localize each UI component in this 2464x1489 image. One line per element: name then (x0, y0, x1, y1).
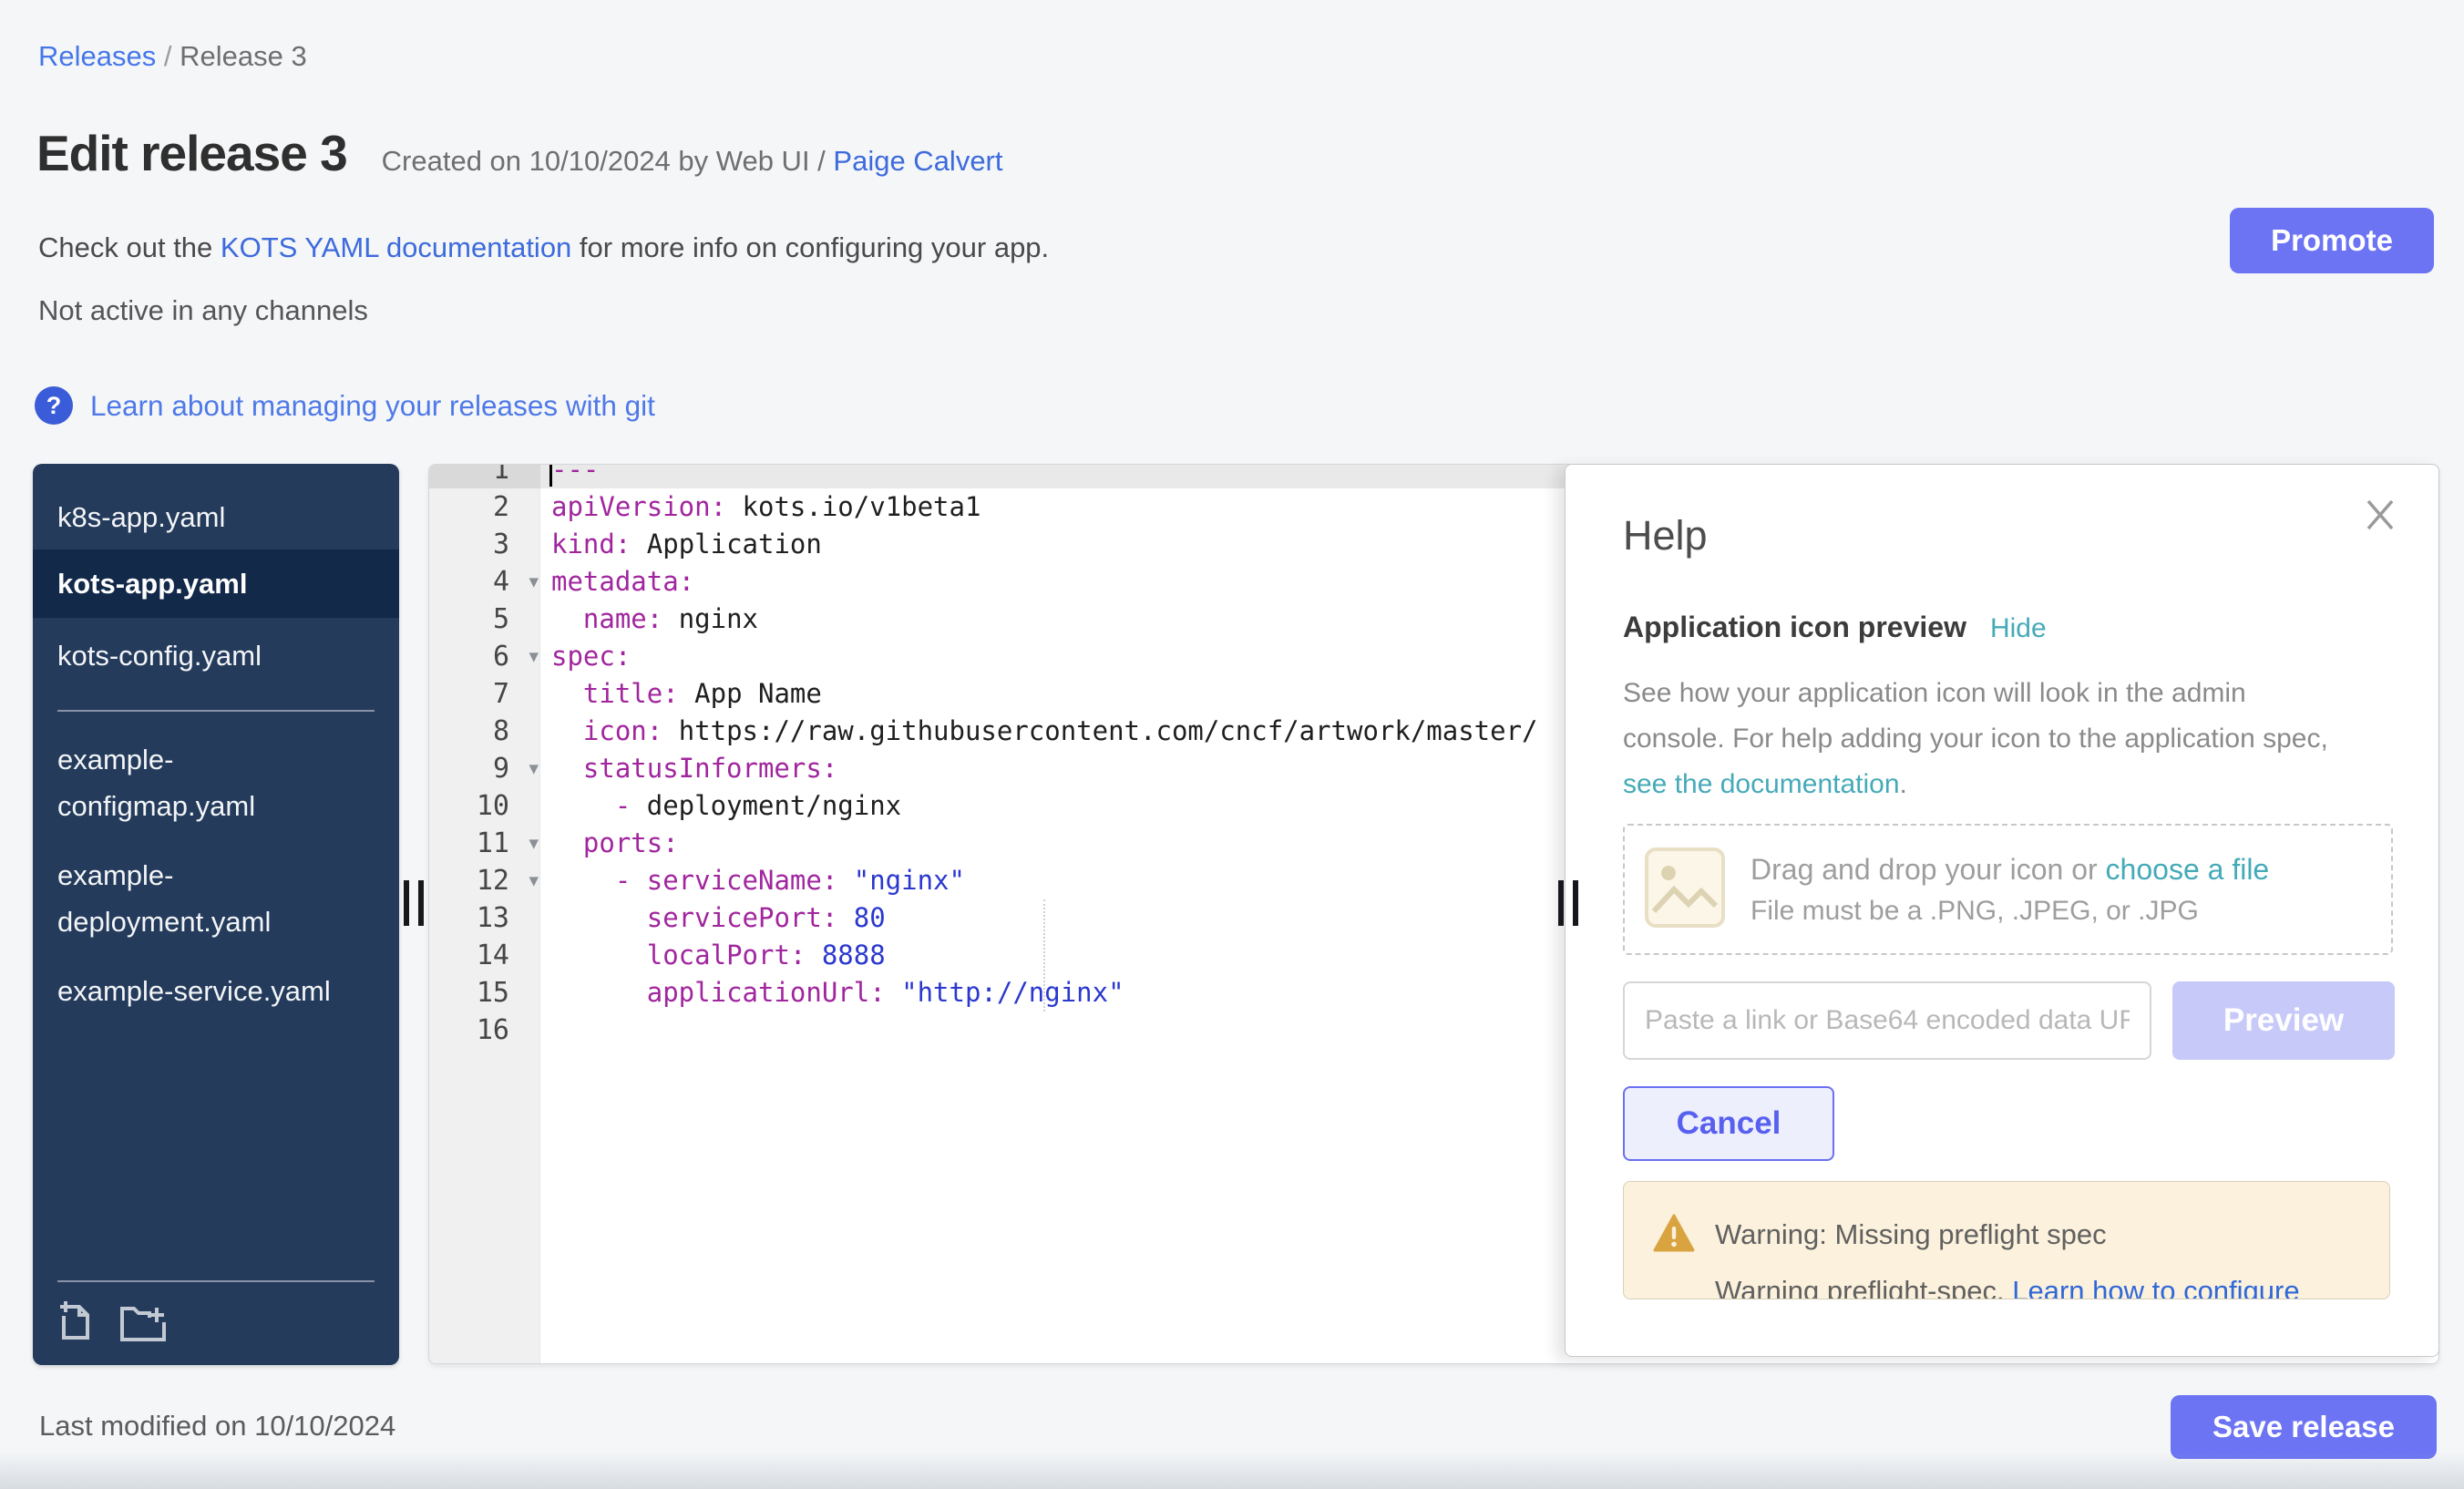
file-tree-list: k8s-app.yaml kots-app.yaml kots-config.yam… (33, 464, 399, 1014)
release-meta: Created on 10/10/2024 by Web UI / Paige … (382, 145, 1003, 178)
line-number: 11▾ (429, 825, 540, 862)
file-tree-group: k8s-app.yaml kots-app.yaml kots-config.yam… (33, 494, 399, 679)
fold-caret-icon[interactable]: ▾ (529, 862, 539, 899)
line-number: 8 (429, 713, 540, 750)
line-number: 9▾ (429, 750, 540, 787)
description-line-2: console. For help adding your icon to th… (1623, 724, 2328, 754)
file-tree-item[interactable]: kots-app.yaml (33, 549, 399, 618)
line-number: 5 (429, 601, 540, 638)
doc-helper-prefix: Check out the (38, 231, 221, 263)
icon-dropzone[interactable]: Drag and drop your icon or choose a file… (1623, 824, 2393, 955)
icon-url-input[interactable] (1623, 981, 2151, 1060)
line-number: 2 (429, 488, 540, 526)
breadcrumb: Releases / Release 3 (38, 40, 307, 73)
help-panel-title: Help (1623, 512, 1708, 560)
file-tree-item[interactable]: example-service.yaml (33, 968, 399, 1014)
doc-helper-line: Check out the KOTS YAML documentation fo… (38, 231, 1049, 264)
line-number: 3 (429, 526, 540, 563)
file-tree-sidebar: k8s-app.yaml kots-app.yaml kots-config.yam… (33, 464, 399, 1365)
line-number: 7 (429, 675, 540, 713)
new-file-icon[interactable] (57, 1299, 94, 1349)
fold-caret-icon[interactable]: ▾ (529, 638, 539, 675)
learn-configure-link[interactable]: Learn how to configure (2012, 1275, 2299, 1299)
dropzone-prompt: Drag and drop your icon or (1750, 853, 2106, 886)
file-tree-item[interactable]: k8s-app.yaml (33, 494, 399, 540)
new-folder-icon[interactable] (118, 1300, 169, 1349)
help-resize-handle[interactable] (1558, 880, 1578, 926)
file-tree-item[interactable]: kots-config.yaml (33, 632, 399, 679)
preflight-warning-box: Warning: Missing preflight spec Warning … (1623, 1181, 2390, 1299)
help-panel: Help Application icon preview Hide See h… (1565, 464, 2439, 1357)
git-releases-link[interactable]: Learn about managing your releases with … (90, 389, 655, 423)
dropzone-text: Drag and drop your icon or choose a file… (1750, 853, 2269, 927)
file-tree-item[interactable]: example-configmap.yaml (33, 736, 399, 829)
fold-caret-icon[interactable]: ▾ (529, 563, 539, 601)
hide-link[interactable]: Hide (1990, 613, 2047, 644)
question-icon: ? (35, 386, 73, 425)
icon-preview-title: Application icon preview (1623, 611, 1966, 644)
cancel-button[interactable]: Cancel (1623, 1086, 1834, 1161)
fold-caret-icon[interactable]: ▾ (529, 750, 539, 787)
release-meta-text: Created on 10/10/2024 by Web UI / (382, 145, 834, 177)
indent-guide (1043, 899, 1045, 1011)
description-period: . (1900, 769, 1907, 799)
line-number: 4▾ (429, 563, 540, 601)
promote-button[interactable]: Promote (2230, 208, 2434, 273)
line-number: 15 (429, 974, 540, 1011)
image-placeholder-icon (1643, 846, 1727, 934)
sidebar-footer (57, 1280, 375, 1349)
icon-preview-section-header: Application icon preview Hide (1623, 611, 2047, 644)
line-number: 6▾ (429, 638, 540, 675)
line-number: 10 (429, 787, 540, 825)
breadcrumb-separator: / (156, 40, 180, 72)
last-modified-text: Last modified on 10/10/2024 (39, 1410, 395, 1443)
close-icon[interactable] (2362, 496, 2398, 532)
warning-detail-text: Warning preflight-spec. (1715, 1275, 2012, 1299)
description-line-1: See how your application icon will look … (1623, 678, 2246, 708)
line-number: 16 (429, 1011, 540, 1049)
title-row: Edit release 3 Created on 10/10/2024 by … (36, 124, 1003, 182)
warning-title: Warning: Missing preflight spec (1715, 1218, 2107, 1251)
line-number: 13 (429, 899, 540, 937)
editor-cursor (549, 464, 552, 487)
see-documentation-link[interactable]: see the documentation (1623, 769, 1900, 799)
fold-caret-icon[interactable]: ▾ (529, 825, 539, 862)
channel-status-text: Not active in any channels (38, 294, 368, 327)
line-number: 12▾ (429, 862, 540, 899)
file-tree-divider (57, 710, 375, 712)
icon-preview-description: See how your application icon will look … (1623, 671, 2328, 807)
breadcrumb-current: Release 3 (180, 40, 307, 72)
file-tree-group: example-configmap.yaml example-deployment… (33, 736, 399, 1014)
sidebar-resize-handle[interactable] (404, 880, 424, 926)
line-number: 14 (429, 937, 540, 974)
file-tree-item[interactable]: example-deployment.yaml (33, 852, 399, 945)
breadcrumb-releases-link[interactable]: Releases (38, 40, 156, 72)
bottom-fade (0, 1451, 2464, 1489)
warning-detail: Warning preflight-spec. Learn how to con… (1715, 1275, 2300, 1299)
author-link[interactable]: Paige Calvert (833, 145, 1002, 177)
save-release-button[interactable]: Save release (2171, 1395, 2437, 1459)
warning-icon (1653, 1213, 1695, 1258)
git-help-row[interactable]: ? Learn about managing your releases wit… (35, 386, 655, 425)
doc-helper-suffix: for more info on configuring your app. (571, 231, 1049, 263)
page-title: Edit release 3 (36, 124, 347, 182)
line-number: 1 (429, 464, 540, 488)
kots-yaml-doc-link[interactable]: KOTS YAML documentation (221, 231, 571, 263)
dropzone-requirements: File must be a .PNG, .JPEG, or .JPG (1750, 896, 2269, 927)
choose-file-link[interactable]: choose a file (2106, 853, 2270, 886)
preview-button[interactable]: Preview (2172, 981, 2395, 1060)
